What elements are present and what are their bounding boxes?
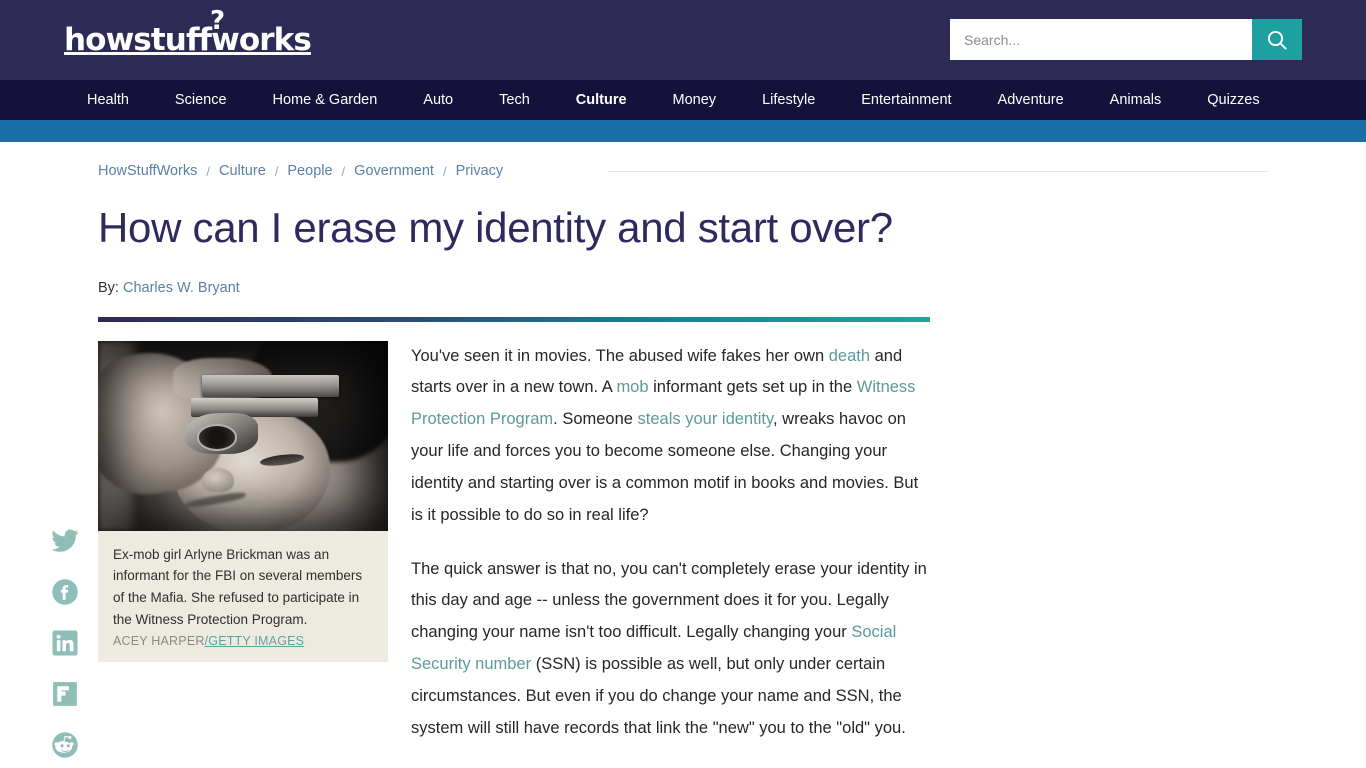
nav-item-auto[interactable]: Auto	[400, 80, 476, 120]
logo-question-mark-icon: ?	[210, 5, 225, 36]
search-bar	[950, 19, 1302, 60]
image-caption-text: Ex-mob girl Arlyne Brickman was an infor…	[113, 546, 363, 628]
inline-link[interactable]: steals your identity	[638, 410, 773, 428]
inline-link[interactable]: mob	[616, 378, 648, 396]
paragraph-text: . Someone	[553, 410, 638, 429]
image-credit-photographer: ACEY HARPER	[113, 633, 205, 648]
article-paragraph: The quick answer is that no, you can't c…	[411, 554, 930, 745]
article-figure: Ex-mob girl Arlyne Brickman was an infor…	[98, 340, 388, 662]
breadcrumb-item-howstuffworks[interactable]: HowStuffWorks	[98, 163, 197, 179]
site-masthead: howstuffworks ?	[0, 0, 1366, 80]
breadcrumb: HowStuffWorks / Culture / People / Government /…	[98, 160, 1268, 182]
reddit-icon[interactable]	[48, 728, 82, 762]
inline-link[interactable]: death	[829, 347, 870, 365]
paragraph-text: The quick answer is that no, you can't c…	[411, 559, 927, 642]
breadcrumb-item-privacy[interactable]: Privacy	[456, 163, 504, 179]
image-caption-box: Ex-mob girl Arlyne Brickman was an infor…	[98, 530, 388, 662]
article-body: Ex-mob girl Arlyne Brickman was an infor…	[98, 340, 930, 745]
nav-item-culture[interactable]: Culture	[553, 80, 650, 120]
search-icon	[1267, 30, 1287, 50]
nav-item-animals[interactable]: Animals	[1087, 80, 1185, 120]
breadcrumb-separator: /	[341, 163, 346, 179]
nav-item-home-garden[interactable]: Home & Garden	[250, 80, 401, 120]
breadcrumb-item-culture[interactable]: Culture	[219, 163, 266, 179]
breadcrumb-item-government[interactable]: Government	[354, 163, 434, 179]
nav-item-science[interactable]: Science	[152, 80, 250, 120]
breadcrumb-separator: /	[274, 163, 279, 179]
search-input[interactable]	[950, 19, 1252, 60]
nav-item-money[interactable]: Money	[650, 80, 740, 120]
nav-item-health[interactable]: Health	[64, 80, 152, 120]
linkedin-icon[interactable]	[48, 626, 82, 660]
nav-item-quizzes[interactable]: Quizzes	[1184, 80, 1282, 120]
search-button[interactable]	[1252, 19, 1302, 60]
site-logo[interactable]: howstuffworks ?	[64, 8, 312, 58]
flipboard-icon[interactable]	[48, 677, 82, 711]
byline-prefix: By:	[98, 279, 119, 296]
nav-item-lifestyle[interactable]: Lifestyle	[739, 80, 838, 120]
social-share-rail	[48, 524, 82, 768]
image-credit-source[interactable]: /GETTY IMAGES	[205, 634, 305, 648]
breadcrumb-separator: /	[206, 163, 211, 179]
page-title: How can I erase my identity and start ov…	[98, 204, 893, 251]
article-image	[98, 340, 388, 531]
accent-bar	[0, 120, 1366, 142]
author-link[interactable]: Charles W. Bryant	[123, 280, 240, 296]
nav-item-tech[interactable]: Tech	[476, 80, 553, 120]
twitter-icon[interactable]	[48, 524, 82, 558]
paragraph-text: You've seen it in movies. The abused wif…	[411, 346, 829, 365]
primary-navigation: Health Science Home & Garden Auto Tech Cultur…	[0, 80, 1366, 120]
article-text-column: You've seen it in movies. The abused wif…	[411, 341, 930, 745]
image-credit: ACEY HARPER/GETTY IMAGES	[113, 634, 373, 648]
nav-item-entertainment[interactable]: Entertainment	[838, 80, 974, 120]
gradient-divider	[98, 316, 930, 322]
article-column: HowStuffWorks / Culture / People / Government /…	[98, 160, 1268, 767]
site-logo-text: howstuffworks	[64, 21, 312, 58]
breadcrumb-item-people[interactable]: People	[287, 163, 332, 179]
breadcrumb-divider	[608, 171, 1268, 172]
paragraph-text: informant gets set up in the	[648, 378, 857, 397]
facebook-icon[interactable]	[48, 575, 82, 609]
nav-item-adventure[interactable]: Adventure	[975, 80, 1087, 120]
breadcrumb-separator: /	[442, 163, 447, 179]
byline: By: Charles W. Bryant	[98, 280, 930, 296]
article-paragraph: You've seen it in movies. The abused wif…	[411, 341, 930, 532]
